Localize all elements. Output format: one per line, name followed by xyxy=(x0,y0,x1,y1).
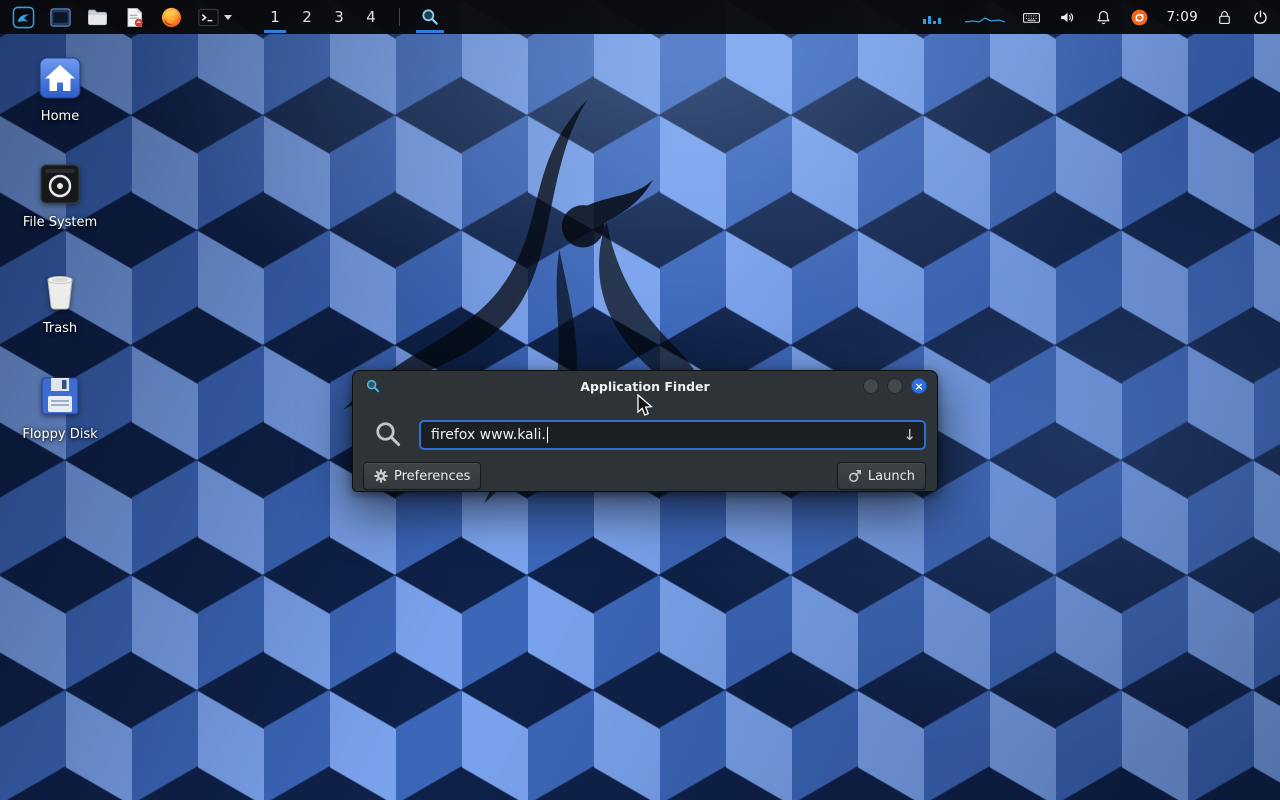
volume-button[interactable] xyxy=(1058,8,1077,27)
maximize-button[interactable] xyxy=(887,378,903,394)
desktop-icon-label: Floppy Disk xyxy=(22,427,97,442)
desktop-icon-label: Home xyxy=(41,109,79,124)
cpu-monitor-widget[interactable] xyxy=(922,9,948,25)
mouse-cursor xyxy=(634,394,656,418)
launch-button[interactable]: Launch xyxy=(837,462,926,490)
desktop: 1 2 3 4 xyxy=(0,0,1280,800)
application-finder-window: Application Finder × firefox www.kali. ↓ xyxy=(352,370,938,492)
launcher-firefox[interactable] xyxy=(158,4,184,30)
window-controls: × xyxy=(863,378,927,394)
logout-button[interactable] xyxy=(1251,8,1270,27)
desktop-icon-trash[interactable]: Trash xyxy=(12,266,108,336)
panel-separator xyxy=(399,8,400,26)
window-title: Application Finder xyxy=(580,379,709,394)
notifications-button[interactable] xyxy=(1094,8,1113,27)
history-dropdown-icon[interactable]: ↓ xyxy=(903,426,916,444)
workspace-2-label: 2 xyxy=(302,8,312,26)
close-icon: × xyxy=(914,381,923,392)
preferences-button[interactable]: Preferences xyxy=(363,462,481,490)
top-panel: 1 2 3 4 xyxy=(0,0,1280,34)
lock-icon xyxy=(1215,8,1234,27)
desktop-icon-column: Home File System Trash xyxy=(12,54,108,442)
search-icon xyxy=(373,419,403,449)
workspace-1[interactable]: 1 xyxy=(259,0,291,34)
launch-label: Launch xyxy=(868,469,915,484)
taskbar-application-finder[interactable] xyxy=(412,0,448,34)
workspace-3-label: 3 xyxy=(334,8,344,26)
kali-menu-button[interactable] xyxy=(10,4,36,30)
desktop-icon-label: File System xyxy=(23,215,97,230)
kali-logo-icon xyxy=(12,6,35,29)
launcher-text-editor[interactable] xyxy=(121,4,147,30)
launcher-terminal-window[interactable] xyxy=(47,4,73,30)
launcher-terminal-dropdown[interactable] xyxy=(195,4,233,30)
window-icon xyxy=(49,6,72,29)
keyboard-icon xyxy=(1022,8,1041,27)
terminal-icon xyxy=(197,6,220,29)
desktop-icon-label: Trash xyxy=(43,321,77,336)
workspace-1-label: 1 xyxy=(270,8,280,26)
keyboard-layout-button[interactable] xyxy=(1022,8,1041,27)
launch-icon xyxy=(848,469,862,483)
workspace-4[interactable]: 4 xyxy=(355,0,387,34)
desktop-icon-home[interactable]: Home xyxy=(12,54,108,124)
power-icon xyxy=(1251,8,1270,27)
floppy-disk-icon xyxy=(36,372,84,420)
file-system-icon xyxy=(36,160,84,208)
desktop-icon-floppy-disk[interactable]: Floppy Disk xyxy=(12,372,108,442)
speaker-icon xyxy=(1058,8,1077,27)
lock-screen-button[interactable] xyxy=(1215,8,1234,27)
update-icon xyxy=(1130,8,1149,27)
bell-icon xyxy=(1094,8,1113,27)
application-finder-icon xyxy=(365,378,381,394)
firefox-icon xyxy=(160,6,183,29)
trash-icon xyxy=(36,266,84,314)
workspace-3[interactable]: 3 xyxy=(323,0,355,34)
workspace-switcher: 1 2 3 4 xyxy=(259,0,387,34)
desktop-icon-file-system[interactable]: File System xyxy=(12,160,108,230)
close-button[interactable]: × xyxy=(911,378,927,394)
workspace-4-label: 4 xyxy=(366,8,376,26)
search-input-value: firefox www.kali. xyxy=(431,427,546,443)
text-cursor xyxy=(547,427,549,443)
workspace-2[interactable]: 2 xyxy=(291,0,323,34)
application-finder-icon xyxy=(420,7,440,27)
network-monitor-widget[interactable] xyxy=(965,9,1005,25)
panel-launchers xyxy=(10,4,233,30)
preferences-label: Preferences xyxy=(394,469,470,484)
cpu-graph-icon xyxy=(922,9,948,25)
network-graph-icon xyxy=(965,9,1005,25)
updates-button[interactable] xyxy=(1130,8,1149,27)
gear-icon xyxy=(374,469,388,483)
minimize-button[interactable] xyxy=(863,378,879,394)
launcher-file-manager[interactable] xyxy=(84,4,110,30)
chevron-down-icon xyxy=(224,15,232,20)
home-icon xyxy=(36,54,84,102)
folder-icon xyxy=(86,6,109,29)
clock[interactable]: 7:09 xyxy=(1166,9,1198,25)
system-tray: 7:09 xyxy=(922,8,1270,27)
search-input[interactable]: firefox www.kali. ↓ xyxy=(419,420,926,450)
document-icon xyxy=(123,6,146,29)
